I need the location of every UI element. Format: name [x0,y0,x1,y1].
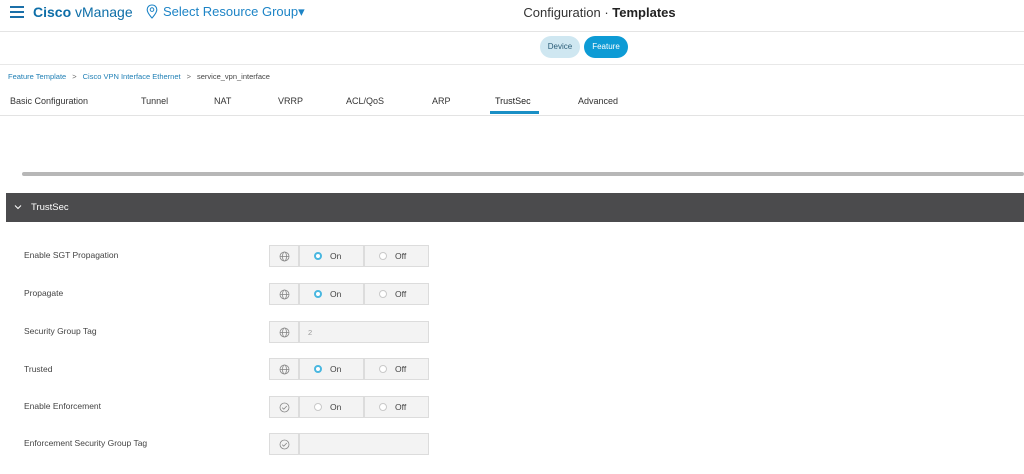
device-button[interactable]: Device [540,36,580,58]
security-group-tag-label: Security Group Tag [24,326,97,336]
scope-dropdown[interactable] [269,321,299,343]
radio-selected [314,365,322,373]
check-circle-icon [279,402,289,412]
scope-dropdown[interactable] [269,433,299,455]
radio-unselected [379,403,387,411]
section-title: TrustSec [31,202,69,213]
option-on-label: On [330,251,342,261]
trusted-on[interactable]: On [299,358,364,380]
option-on-label: On [330,364,342,374]
propagate-label: Propagate [24,288,64,298]
globe-icon [279,327,289,337]
breadcrumb-cisco-vpn-interface[interactable]: Cisco VPN Interface Ethernet [83,72,181,81]
scope-dropdown[interactable] [269,358,299,380]
breadcrumb: Feature Template > Cisco VPN Interface Eth… [8,72,270,81]
security-group-tag-input[interactable]: 2 [299,321,429,343]
tab-trustsec[interactable]: TrustSec [495,96,531,106]
radio-unselected [379,290,387,298]
breadcrumb-separator: > [72,72,77,81]
enable-enforcement-on[interactable]: On [299,396,364,418]
tab-basic-configuration[interactable]: Basic Configuration [10,96,88,106]
enforcement-security-group-tag-input[interactable] [299,433,429,455]
enable-sgt-propagation-off[interactable]: Off [364,245,429,267]
tab-tunnel[interactable]: Tunnel [141,96,168,106]
page-title: Configuration · Templates [523,5,676,20]
option-off-label: Off [395,364,407,374]
input-placeholder: 2 [308,328,313,337]
scope-dropdown[interactable] [269,396,299,418]
tab-vrrp[interactable]: VRRP [278,96,303,106]
option-off-label: Off [395,402,407,412]
option-off-label: Off [395,289,407,299]
tab-nat[interactable]: NAT [214,96,231,106]
feature-tabs: Basic Configuration Tunnel NAT VRRP ACL/… [0,89,1024,116]
template-type-toggle: Device Feature [0,31,1024,65]
check-circle-icon [279,439,289,449]
tab-advanced[interactable]: Advanced [578,96,618,106]
propagate-off[interactable]: Off [364,283,429,305]
radio-unselected [379,365,387,373]
horizontal-scrollbar[interactable] [22,172,1024,176]
radio-unselected [314,403,322,411]
option-on-label: On [330,289,342,299]
radio-selected [314,252,322,260]
scope-dropdown[interactable] [269,245,299,267]
option-off-label: Off [395,251,407,261]
globe-icon [279,364,289,374]
breadcrumb-separator: > [186,72,191,81]
trustsec-section-header[interactable]: TrustSec [6,193,1024,222]
radio-unselected [379,252,387,260]
tab-arp[interactable]: ARP [432,96,451,106]
enable-sgt-propagation-label: Enable SGT Propagation [24,250,119,260]
enable-sgt-propagation-on[interactable]: On [299,245,364,267]
scope-dropdown[interactable] [269,283,299,305]
propagate-on[interactable]: On [299,283,364,305]
breadcrumb-feature-template[interactable]: Feature Template [8,72,66,81]
globe-icon [279,251,289,261]
enable-enforcement-off[interactable]: Off [364,396,429,418]
chevron-down-icon [14,205,22,210]
tab-acl-qos[interactable]: ACL/QoS [346,96,384,106]
top-bar: Cisco vManage Select Resource Group▾ Con… [0,0,1024,32]
enable-enforcement-label: Enable Enforcement [24,401,102,411]
trusted-label: Trusted [24,364,53,374]
radio-selected [314,290,322,298]
feature-button[interactable]: Feature [584,36,628,58]
trusted-off[interactable]: Off [364,358,429,380]
option-on-label: On [330,402,342,412]
enforcement-security-group-tag-label: Enforcement Security Group Tag [24,438,148,448]
active-tab-indicator [490,111,539,114]
breadcrumb-current: service_vpn_interface [196,72,270,81]
globe-icon [279,289,289,299]
